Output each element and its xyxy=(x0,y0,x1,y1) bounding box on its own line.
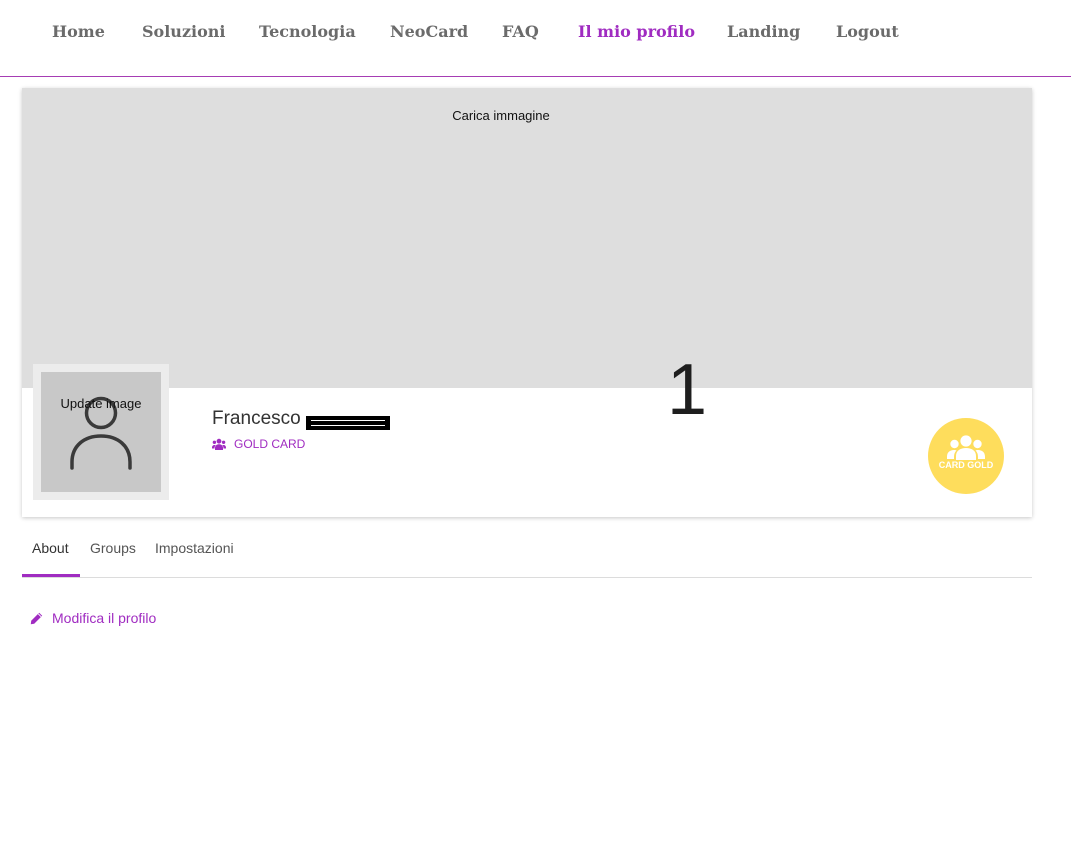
avatar[interactable]: Update image xyxy=(41,372,161,492)
card-gold-badge: CARD GOLD xyxy=(928,418,1004,494)
nav-item-neocard[interactable]: NeoCard xyxy=(390,22,468,41)
tab-groups[interactable]: Groups xyxy=(90,528,136,578)
cover-upload-button[interactable]: Carica immagine xyxy=(22,108,980,123)
nav-item-home[interactable]: Home xyxy=(52,22,105,41)
nav-item-faq[interactable]: FAQ xyxy=(502,22,539,41)
users-icon xyxy=(947,435,985,460)
profile-counter: 1 xyxy=(666,350,708,430)
user-name: Francesco xyxy=(212,408,301,429)
redacted-surname xyxy=(306,416,390,430)
pencil-icon xyxy=(30,612,43,624)
avatar-frame: Update image xyxy=(33,364,169,500)
badge-label: CARD GOLD xyxy=(938,460,994,470)
nav-item-landing[interactable]: Landing xyxy=(727,22,800,41)
nav-item-logout[interactable]: Logout xyxy=(836,22,899,41)
update-avatar-button[interactable]: Update image xyxy=(41,396,161,411)
card-level: GOLD CARD xyxy=(212,437,305,451)
main-navigation: Home Soluzioni Tecnologia NeoCard FAQ Il… xyxy=(0,0,1071,77)
card-level-label: GOLD CARD xyxy=(234,437,306,451)
edit-profile-link[interactable]: Modifica il profilo xyxy=(30,610,156,626)
users-icon xyxy=(212,438,226,450)
edit-profile-label: Modifica il profilo xyxy=(52,610,157,626)
tab-impostazioni[interactable]: Impostazioni xyxy=(155,528,234,578)
profile-tabs: About Groups Impostazioni xyxy=(22,528,1032,578)
profile-card: Carica immagine 1 Update image Francesco… xyxy=(22,88,1032,517)
tab-about[interactable]: About xyxy=(32,528,69,578)
active-tab-indicator xyxy=(22,574,80,577)
cover-image[interactable]: Carica immagine 1 xyxy=(22,88,1032,430)
nav-item-soluzioni[interactable]: Soluzioni xyxy=(142,22,225,41)
nav-item-il-mio-profilo[interactable]: Il mio profilo xyxy=(578,22,695,41)
nav-item-tecnologia[interactable]: Tecnologia xyxy=(259,22,356,41)
